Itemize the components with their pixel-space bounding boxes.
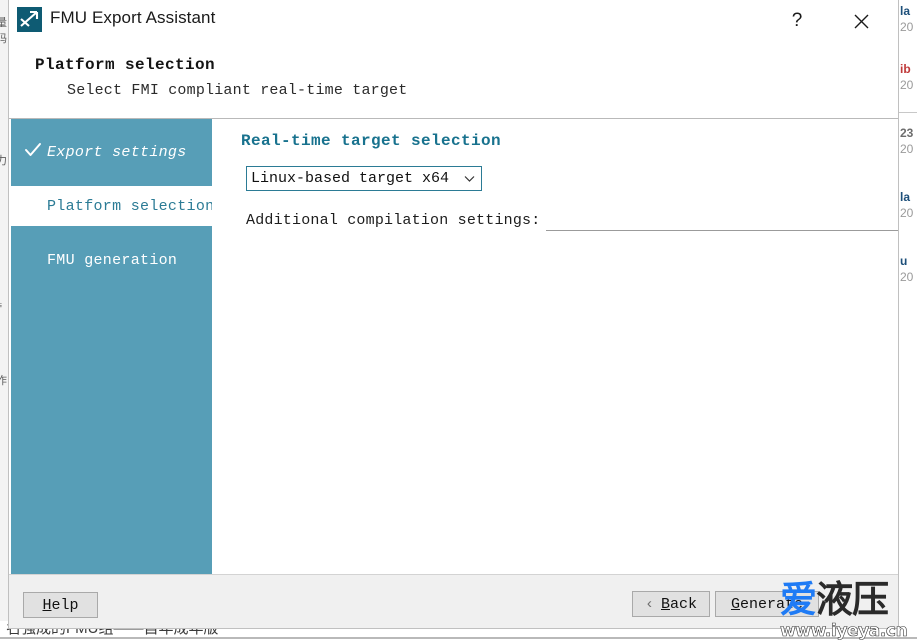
- dialog-body: Export settings Platform selection FMU g…: [9, 119, 898, 574]
- background-fragment: 作: [0, 372, 7, 388]
- close-icon[interactable]: [838, 0, 884, 42]
- generate-button[interactable]: Generate: [715, 591, 819, 617]
- help-icon[interactable]: ?: [774, 0, 820, 42]
- background-fragment: 20: [900, 20, 914, 34]
- generate-label: enerate: [740, 595, 804, 613]
- background-divider: [898, 112, 917, 113]
- background-fragment: 力: [0, 152, 7, 168]
- sidebar-item-fmu-generation[interactable]: FMU generation: [11, 240, 212, 280]
- dialog-footer: Help ‹ Back Generate: [9, 574, 898, 628]
- sidebar-item-export-settings[interactable]: Export settings: [11, 132, 212, 172]
- sidebar-item-platform-selection[interactable]: Platform selection: [11, 186, 215, 226]
- help-button[interactable]: Help: [23, 592, 98, 618]
- background-fragment: 20: [900, 206, 914, 220]
- back-button[interactable]: ‹ Back: [632, 591, 710, 617]
- additional-settings-input[interactable]: [546, 209, 898, 231]
- background-fragment: 20: [900, 78, 914, 92]
- background-fragment: 20: [900, 142, 914, 156]
- page-title: Platform selection: [35, 56, 216, 74]
- help-accel: H: [42, 596, 52, 614]
- sidebar-item-label: FMU generation: [47, 251, 178, 269]
- background-fragment: la: [900, 190, 911, 204]
- background-fragment: la: [900, 4, 911, 18]
- background-fragment: u: [900, 254, 908, 268]
- fmu-app-icon: [17, 7, 42, 32]
- background-bottom-divider: [0, 637, 917, 639]
- background-fragment: ib: [900, 62, 911, 76]
- section-title: Real-time target selection: [241, 132, 502, 150]
- title-bar: FMU Export Assistant ?: [9, 0, 898, 42]
- wizard-sidebar: Export settings Platform selection FMU g…: [11, 119, 215, 574]
- generate-accel: G: [730, 595, 740, 613]
- fmu-export-assistant-dialog: FMU Export Assistant ? Platform selectio…: [8, 0, 899, 629]
- realtime-target-select[interactable]: Linux-based target x64 Linux-based targe…: [246, 166, 482, 191]
- page-header: Platform selection Select FMI compliant …: [9, 42, 898, 119]
- background-fragment: 码: [0, 30, 7, 46]
- background-right-strip: la 20 ib 20 23 20 la 20 u 20: [897, 0, 917, 641]
- check-icon: [24, 141, 42, 159]
- help-label: elp: [51, 596, 79, 614]
- sidebar-item-label: Export settings: [47, 143, 187, 161]
- back-accel: B: [660, 595, 670, 613]
- page-subtitle: Select FMI compliant real-time target: [67, 82, 408, 99]
- additional-settings-label: Additional compilation settings:: [246, 212, 541, 229]
- sidebar-item-label: Platform selection: [47, 197, 215, 215]
- chevron-left-icon: ‹: [644, 595, 654, 613]
- back-label: ack: [670, 595, 698, 613]
- background-fragment: ≡: [0, 300, 2, 312]
- window-title: FMU Export Assistant: [50, 8, 216, 27]
- content-panel: Real-time target selection Linux-based t…: [212, 119, 898, 574]
- background-fragment: 23: [900, 126, 914, 140]
- background-fragment: 20: [900, 270, 914, 284]
- background-fragment: 量: [0, 14, 7, 30]
